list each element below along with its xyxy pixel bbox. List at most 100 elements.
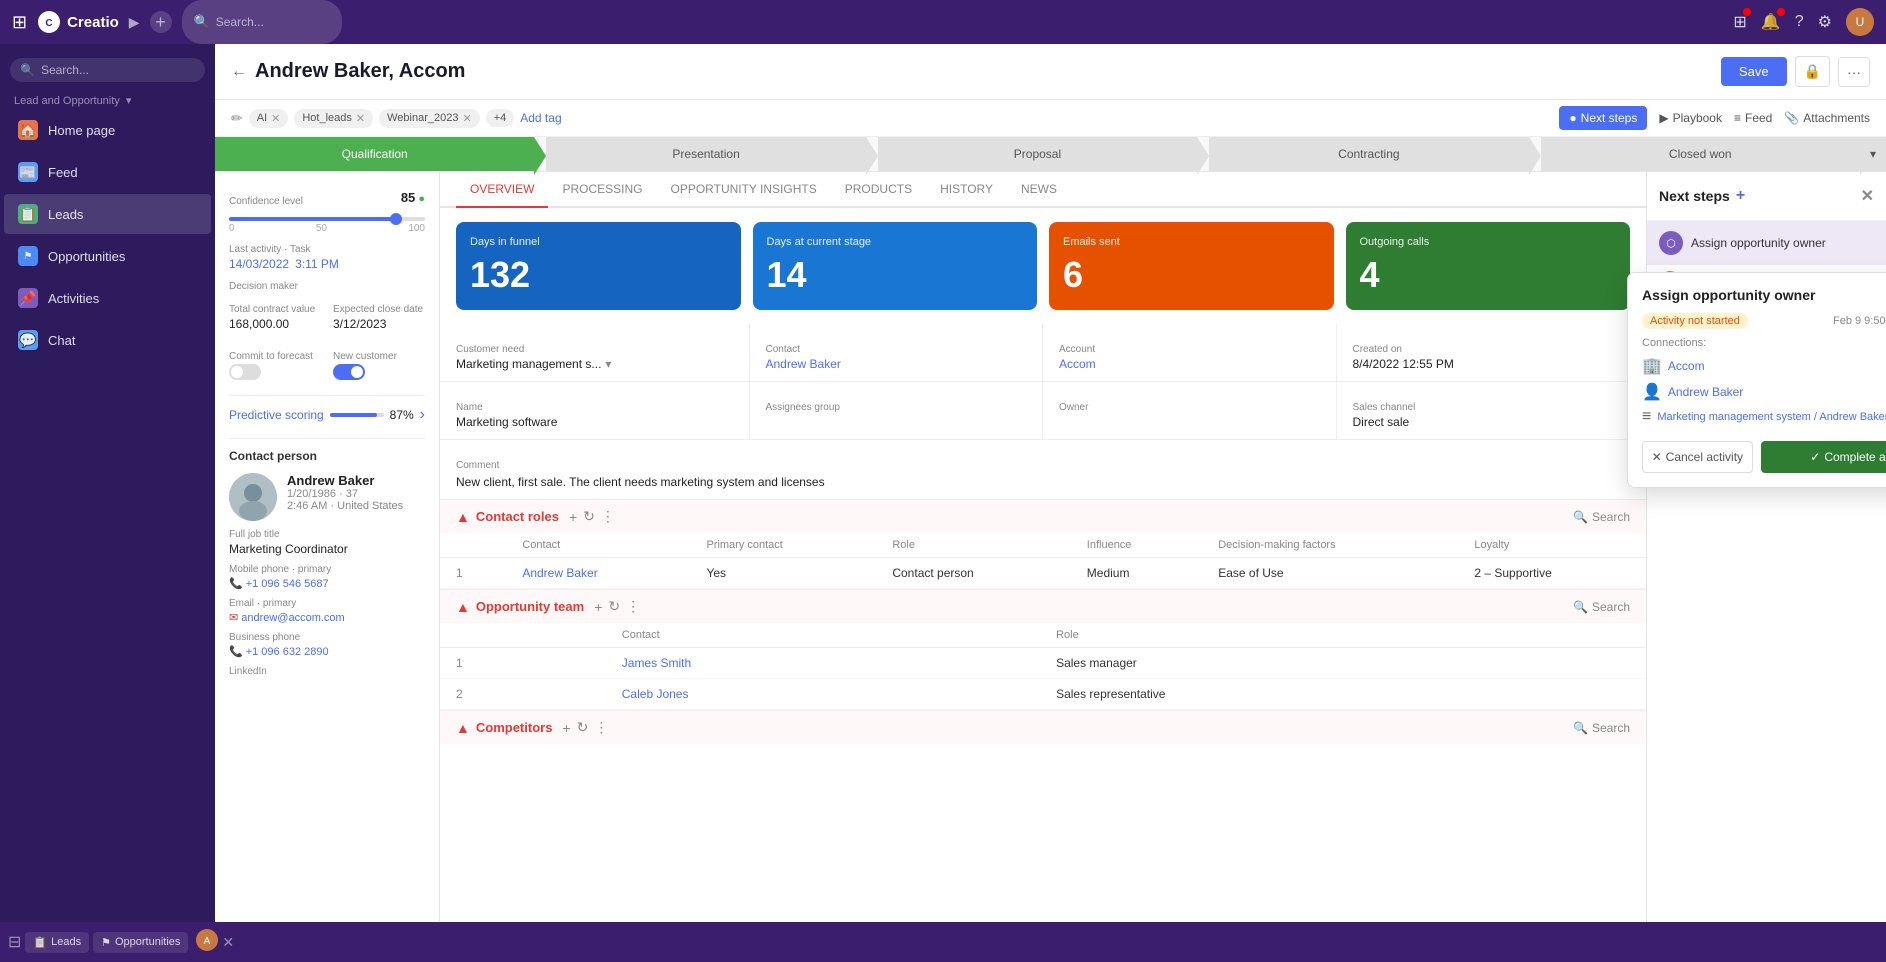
add-competitor-button[interactable]: + bbox=[562, 720, 570, 736]
customer-need-value: Marketing management s... bbox=[456, 357, 601, 371]
tag-ai-close[interactable]: ✕ bbox=[271, 112, 280, 125]
confidence-slider[interactable]: 0 50 100 bbox=[229, 217, 425, 234]
more-options-button[interactable]: ··· bbox=[1838, 57, 1870, 87]
contact-roles-section-header: ▲ Contact roles + ↻ ⋮ 🔍 Search bbox=[440, 499, 1646, 533]
last-activity-label: Last activity · Task bbox=[229, 244, 425, 255]
add-tag-button[interactable]: Add tag bbox=[520, 111, 561, 125]
refresh-team-icon[interactable]: ↻ bbox=[608, 598, 620, 615]
cancel-activity-button[interactable]: ✕ Cancel activity bbox=[1642, 441, 1753, 473]
next-steps-add-button[interactable]: + bbox=[1736, 187, 1745, 205]
name-value: Marketing software bbox=[456, 415, 733, 429]
competitors-search[interactable]: 🔍 Search bbox=[1573, 721, 1630, 735]
user-avatar[interactable]: U bbox=[1846, 8, 1874, 36]
connection-accom-name[interactable]: Accom bbox=[1668, 359, 1705, 373]
sidebar-search[interactable]: 🔍 Search... bbox=[10, 58, 205, 82]
play-icon[interactable]: ▶ bbox=[129, 14, 140, 31]
stage-presentation[interactable]: Presentation bbox=[546, 137, 865, 171]
save-button[interactable]: Save bbox=[1721, 57, 1787, 86]
more-contact-roles-icon[interactable]: ⋮ bbox=[601, 508, 615, 525]
dropdown-icon[interactable]: ▾ bbox=[605, 357, 611, 371]
tab-products[interactable]: PRODUCTS bbox=[831, 172, 926, 208]
row-contact[interactable]: James Smith bbox=[606, 648, 1040, 679]
opportunity-team-search[interactable]: 🔍 Search bbox=[1573, 600, 1630, 614]
contact-name: Andrew Baker bbox=[287, 473, 403, 488]
commit-forecast-toggle[interactable] bbox=[229, 364, 261, 380]
tag-hot-leads-close[interactable]: ✕ bbox=[356, 112, 365, 125]
add-team-member-button[interactable]: + bbox=[594, 599, 602, 615]
refresh-competitors-icon[interactable]: ↻ bbox=[577, 719, 589, 736]
field-contact: Contact Andrew Baker bbox=[750, 324, 1044, 381]
notifications-icon[interactable]: 🔔 bbox=[1761, 12, 1781, 32]
comment-value: New client, first sale. The client needs… bbox=[456, 475, 1630, 489]
opportunity-team-icon: ▲ bbox=[456, 599, 470, 615]
settings-icon[interactable]: ⚙ bbox=[1818, 12, 1832, 32]
more-competitors-icon[interactable]: ⋮ bbox=[594, 719, 608, 736]
tab-opportunity-insights[interactable]: OPPORTUNITY INSIGHTS bbox=[656, 172, 830, 208]
add-icon[interactable]: + bbox=[150, 11, 172, 33]
contact-section: Contact person Andrew Baker 1/20/1986 · … bbox=[229, 438, 425, 677]
sidebar-item-feed[interactable]: 📰 Feed bbox=[4, 152, 211, 192]
overview-fields-2: Name Marketing software Assignees group … bbox=[440, 382, 1646, 440]
stage-proposal[interactable]: Proposal bbox=[878, 137, 1197, 171]
sidebar: 🔍 Search... Lead and Opportunity ▾ 🏠 Hom… bbox=[0, 44, 215, 922]
more-team-icon[interactable]: ⋮ bbox=[626, 598, 640, 615]
connection-andrew-name[interactable]: Andrew Baker bbox=[1668, 385, 1743, 399]
help-icon[interactable]: ? bbox=[1795, 13, 1804, 31]
overview-tabs: OVERVIEW PROCESSING OPPORTUNITY INSIGHTS… bbox=[440, 172, 1646, 208]
add-contact-role-button[interactable]: + bbox=[569, 509, 577, 525]
contact-roles-search[interactable]: 🔍 Search bbox=[1573, 510, 1630, 524]
lock-button[interactable]: 🔒 bbox=[1795, 56, 1830, 87]
mobile-phone[interactable]: 📞 +1 096 546 5687 bbox=[229, 577, 425, 590]
sidebar-item-opportunities[interactable]: ⚑ Opportunities bbox=[4, 236, 211, 276]
account-value[interactable]: Accom bbox=[1059, 357, 1320, 371]
stage-qualification[interactable]: Qualification bbox=[215, 137, 534, 171]
edit-icon[interactable]: ✏ bbox=[231, 110, 243, 127]
tab-history[interactable]: HISTORY bbox=[926, 172, 1007, 208]
opportunity-team-title: Opportunity team bbox=[476, 599, 584, 614]
new-customer-label: New customer bbox=[333, 351, 425, 362]
connection-opp-name[interactable]: Marketing management system / Andrew Bak… bbox=[1657, 411, 1886, 423]
new-customer-toggle[interactable] bbox=[333, 364, 365, 380]
contact-value[interactable]: Andrew Baker bbox=[766, 357, 1027, 371]
apps-icon[interactable]: ⊞ bbox=[1733, 12, 1746, 32]
business-phone[interactable]: 📞 +1 096 632 2890 bbox=[229, 645, 425, 658]
top-search-bar[interactable]: 🔍 Search... bbox=[182, 0, 342, 44]
row-contact[interactable]: Caleb Jones bbox=[606, 679, 1040, 710]
tab-processing[interactable]: PROCESSING bbox=[548, 172, 656, 208]
attachments-button[interactable]: 📎 Attachments bbox=[1784, 111, 1870, 125]
row-contact[interactable]: Andrew Baker bbox=[506, 558, 690, 589]
col-influence: Influence bbox=[1071, 533, 1202, 558]
taskbar-close[interactable]: ✕ bbox=[222, 934, 234, 951]
feed-button[interactable]: ≡ Feed bbox=[1734, 111, 1772, 125]
connection-accom: 🏢 Accom 📞 bbox=[1642, 353, 1886, 379]
grid-icon[interactable]: ⊞ bbox=[12, 12, 27, 33]
next-steps-close-button[interactable]: ✕ bbox=[1861, 186, 1874, 206]
sidebar-item-chat[interactable]: 💬 Chat bbox=[4, 320, 211, 360]
tab-news[interactable]: NEWS bbox=[1007, 172, 1071, 208]
chevron-right-icon[interactable]: › bbox=[420, 406, 425, 424]
sidebar-item-activities[interactable]: 📌 Activities bbox=[4, 278, 211, 318]
next-step-assign[interactable]: ⬡ Assign opportunity owner bbox=[1647, 221, 1886, 265]
opportunity-team-section-header: ▲ Opportunity team + ↻ ⋮ 🔍 Search bbox=[440, 589, 1646, 623]
tab-overview[interactable]: OVERVIEW bbox=[456, 172, 548, 208]
back-icon[interactable]: ← bbox=[231, 63, 247, 81]
business-phone-label: Business phone bbox=[229, 632, 425, 643]
playbook-button[interactable]: ▶ Playbook bbox=[1659, 111, 1722, 125]
sidebar-item-home[interactable]: 🏠 Home page bbox=[4, 110, 211, 150]
next-steps-button[interactable]: ● Next steps bbox=[1559, 106, 1647, 130]
taskbar-opportunities[interactable]: ⚑ Opportunities bbox=[93, 932, 188, 953]
stage-closed-won[interactable]: Closed won bbox=[1541, 137, 1860, 171]
tag-webinar-close[interactable]: ✕ bbox=[462, 112, 471, 125]
sidebar-item-leads[interactable]: 📋 Leads bbox=[4, 194, 211, 234]
stage-contracting[interactable]: Contracting bbox=[1209, 137, 1528, 171]
tag-more[interactable]: +4 bbox=[486, 109, 515, 127]
last-activity-date[interactable]: 14/03/2022 bbox=[229, 257, 289, 271]
slider-max: 100 bbox=[408, 223, 425, 234]
avatar-taskbar[interactable]: A bbox=[196, 929, 218, 956]
email-primary[interactable]: ✉ andrew@accom.com bbox=[229, 611, 425, 624]
taskbar-icon[interactable]: ⊟ bbox=[8, 932, 21, 952]
last-activity-time[interactable]: 3:11 PM bbox=[295, 257, 339, 271]
complete-activity-button[interactable]: ✓ Complete acivity bbox=[1761, 441, 1886, 473]
taskbar-leads[interactable]: 📋 Leads bbox=[25, 932, 89, 953]
refresh-contact-roles-icon[interactable]: ↻ bbox=[583, 508, 595, 525]
